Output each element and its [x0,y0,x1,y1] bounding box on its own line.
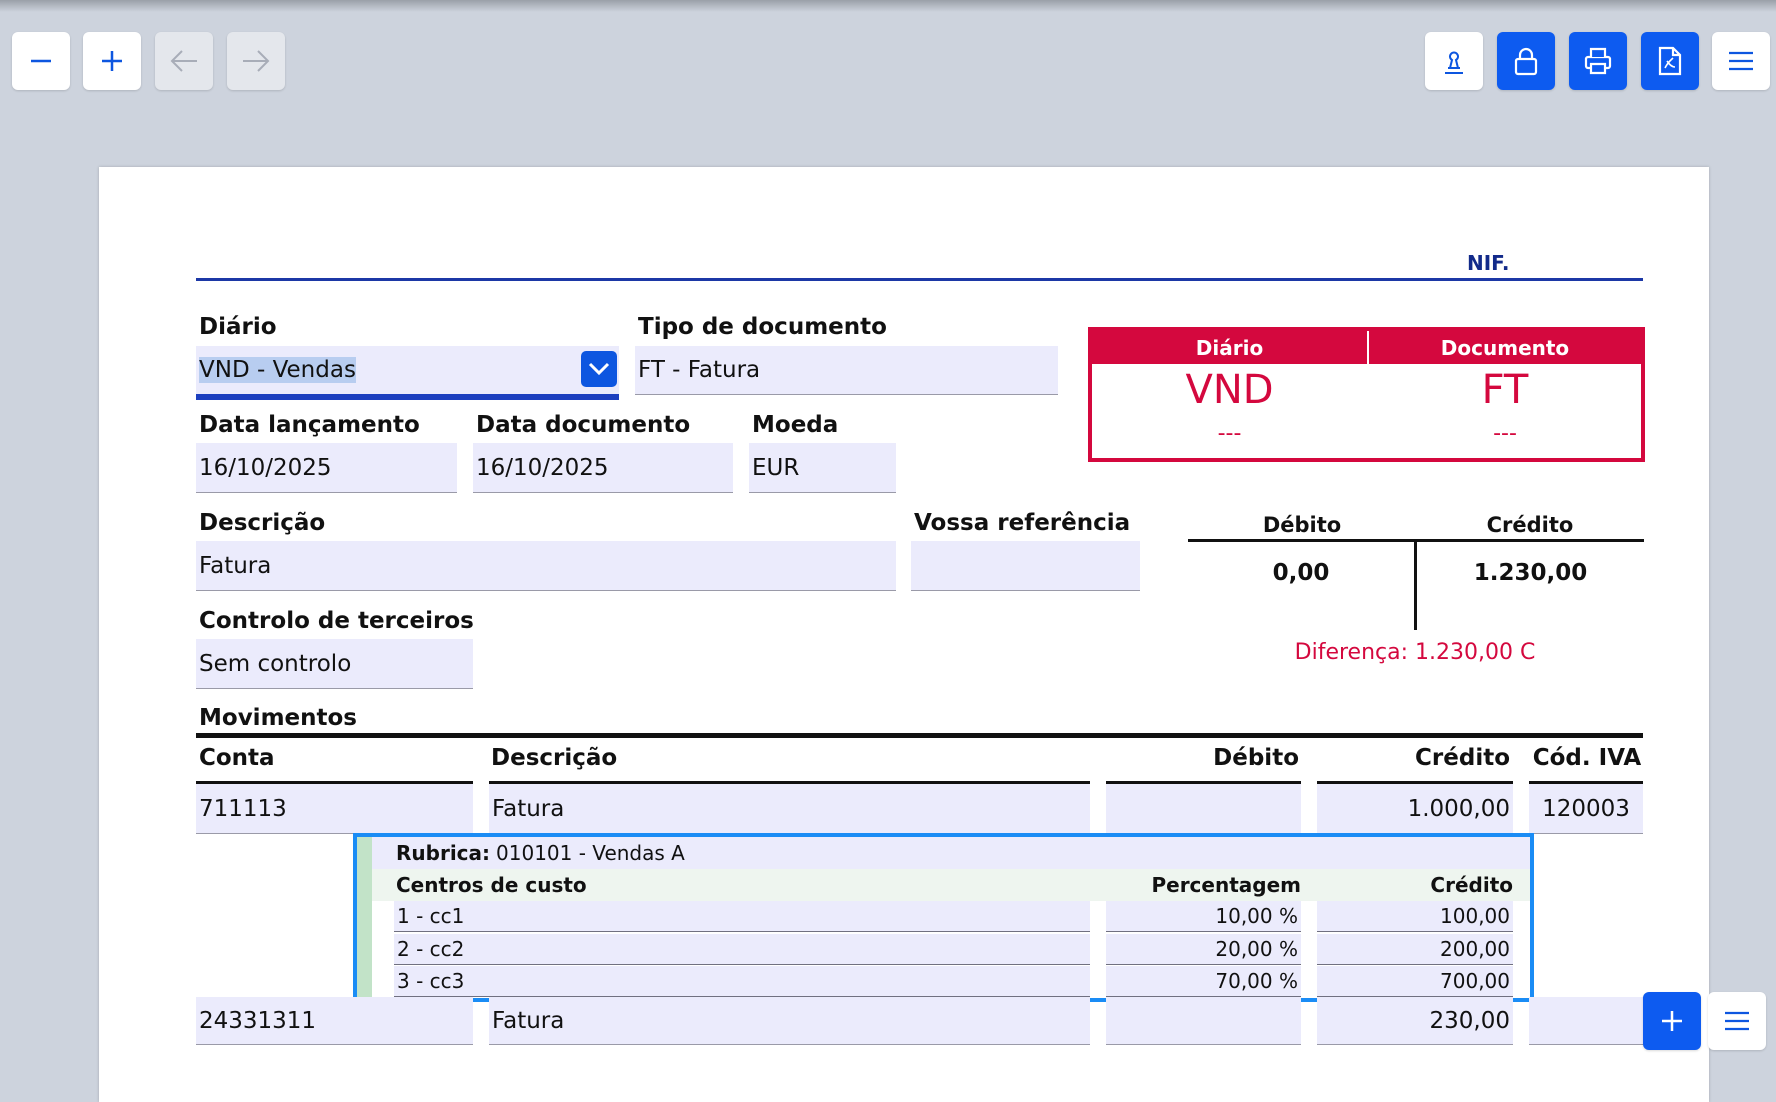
col-percentagem: Percentagem [1151,873,1301,897]
summary-diario-header: Diário [1092,331,1367,364]
mov-row2-debito[interactable] [1106,997,1301,1045]
mov-row1-credito[interactable]: 1.000,00 [1317,784,1513,834]
pdf-button[interactable] [1641,32,1699,90]
summary-box: Diário Documento VND FT --- --- [1088,327,1645,462]
data-documento-value: 16/10/2025 [476,454,609,481]
cc-row2-percentagem[interactable]: 20,00 % [1106,934,1301,965]
movimentos-title: Movimentos [199,705,357,731]
tipo-documento-label: Tipo de documento [638,314,887,340]
add-row-button[interactable] [1643,992,1701,1050]
rubrica-value: 010101 - Vendas A [496,841,685,865]
col-credito: Crédito [1415,745,1510,771]
cc-row3-credito[interactable]: 700,00 [1317,966,1513,997]
tipo-documento-value: FT - Fatura [638,357,761,383]
movimentos-rule [196,733,1643,738]
moeda-label: Moeda [752,412,839,438]
data-documento-field[interactable]: 16/10/2025 [473,443,733,493]
rubrica-label: Rubrica: [396,841,491,865]
col-conta: Conta [199,745,275,771]
lock-icon [1514,47,1538,76]
cc-row1-credito[interactable]: 100,00 [1317,901,1513,932]
summary-documento-header: Documento [1369,331,1641,364]
cc-row1-percentagem[interactable]: 10,00 % [1106,901,1301,932]
nif-label: NIF. [1467,251,1510,275]
top-shadow [0,0,1776,12]
mov-row1-descricao[interactable]: Fatura [489,784,1090,834]
col-debito: Débito [1213,745,1299,771]
data-lancamento-field[interactable]: 16/10/2025 [196,443,457,493]
mov-row1-conta[interactable]: 711113 [196,784,473,834]
diario-select[interactable]: VND - Vendas [196,346,619,400]
stamp-button[interactable] [1425,32,1483,90]
vossa-referencia-field[interactable] [911,541,1140,591]
summary-diario-number: --- [1217,421,1242,446]
zoom-out-button[interactable] [12,32,70,90]
descricao-field[interactable]: Fatura [196,541,896,591]
plus-icon [1662,1011,1682,1031]
diario-value: VND - Vendas [199,357,356,383]
summary-documento-number: --- [1493,421,1517,446]
col-descricao: Descrição [491,745,618,771]
menu-icon [1725,1011,1749,1031]
mov-row2-conta[interactable]: 24331311 [196,997,473,1045]
data-documento-label: Data documento [476,412,691,438]
cc-row2-centro[interactable]: 2 - cc2 [394,934,1090,965]
cost-center-side-bar [357,837,372,998]
plus-icon [102,51,122,71]
menu-button[interactable] [1712,32,1770,90]
moeda-value: EUR [752,454,800,481]
pdf-icon [1658,46,1682,76]
stamp-icon [1445,51,1463,74]
diario-label: Diário [199,314,277,340]
total-credito-label: Crédito [1486,513,1574,537]
diferenca-text: Diferença: 1.230,00 C [1294,640,1536,665]
cost-center-panel: Rubrica: 010101 - Vendas A Centros de cu… [353,833,1534,1002]
cc-row3-percentagem[interactable]: 70,00 % [1106,966,1301,997]
descricao-value: Fatura [199,552,272,579]
total-debito-label: Débito [1262,513,1342,537]
summary-header-divider [1367,331,1369,364]
data-lancamento-value: 16/10/2025 [199,454,332,481]
mov-row1-cod-iva[interactable]: 120003 [1529,784,1643,834]
header-rule [196,278,1643,281]
chevron-down-icon [588,362,610,376]
tipo-documento-field[interactable]: FT - Fatura [635,346,1058,395]
col-cod-iva: Cód. IVA [1532,745,1642,771]
mov-row2-credito[interactable]: 230,00 [1317,997,1513,1045]
controlo-terceiros-value: Sem controlo [199,650,352,677]
arrow-right-icon [243,50,270,72]
mov-row2-cod-iva[interactable] [1529,997,1643,1045]
cc-row3-centro[interactable]: 3 - cc3 [394,966,1090,997]
rubrica-row[interactable]: Rubrica: 010101 - Vendas A [372,837,1530,869]
moeda-field[interactable]: EUR [749,443,896,493]
mov-row2-descricao[interactable]: Fatura [489,997,1090,1045]
printer-icon [1584,47,1612,75]
back-button[interactable] [155,32,213,90]
controlo-terceiros-label: Controlo de terceiros [199,608,474,634]
lock-button[interactable] [1497,32,1555,90]
descricao-label: Descrição [199,510,326,536]
cc-row1-centro[interactable]: 1 - cc1 [394,901,1090,932]
summary-documento-code: FT [1481,367,1529,413]
vossa-referencia-label: Vossa referência [914,510,1131,536]
data-lancamento-label: Data lançamento [199,412,420,438]
total-debito-value: 0,00 [1272,560,1330,586]
forward-button[interactable] [227,32,285,90]
minus-icon [31,59,51,63]
total-credito-value: 1.230,00 [1473,560,1588,586]
summary-diario-code: VND [1185,367,1274,413]
mov-row1-debito[interactable] [1106,784,1301,834]
col-cc-credito: Crédito [1430,873,1513,897]
controlo-terceiros-field[interactable]: Sem controlo [196,639,473,689]
col-centros-custo: Centros de custo [396,873,587,897]
zoom-in-button[interactable] [83,32,141,90]
print-button[interactable] [1569,32,1627,90]
arrow-left-icon [170,50,197,72]
row-menu-button[interactable] [1708,992,1766,1050]
cc-row2-credito[interactable]: 200,00 [1317,934,1513,965]
menu-icon [1729,51,1753,71]
diario-dropdown-button[interactable] [581,351,617,387]
